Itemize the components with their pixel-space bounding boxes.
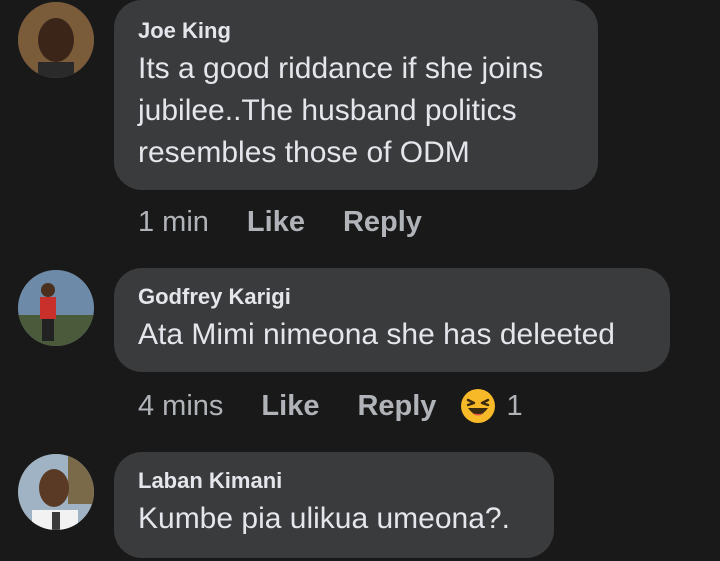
reply-button[interactable]: Reply <box>343 206 422 239</box>
reply-button[interactable]: Reply <box>357 390 436 423</box>
laughing-emoji-icon <box>461 389 496 423</box>
profile-photo-icon <box>18 270 94 346</box>
reaction-summary[interactable]: 1 <box>460 388 523 424</box>
like-button[interactable]: Like <box>261 390 319 423</box>
avatar[interactable] <box>18 270 94 346</box>
comment-text: Ata Mimi nimeona she has deleeted <box>138 318 615 351</box>
comment-timestamp[interactable]: 4 mins <box>138 390 223 423</box>
comment-bubble[interactable]: Laban Kimani Kumbe pia ulikua umeona?. <box>114 452 554 558</box>
comment-bubble[interactable]: Joe King Its a good riddance if she join… <box>114 0 598 190</box>
comment-author[interactable]: Godfrey Karigi <box>138 282 646 312</box>
avatar[interactable] <box>18 2 94 78</box>
comment-bubble[interactable]: Godfrey Karigi Ata Mimi nimeona she has … <box>114 268 670 372</box>
profile-photo-icon <box>18 2 94 78</box>
reaction-count: 1 <box>506 389 523 422</box>
comment-actions: 4 mins Like Reply 1 <box>138 386 523 426</box>
comment-text: Its a good riddance if she joins jubilee… <box>138 52 544 169</box>
comment-author[interactable]: Laban Kimani <box>138 466 530 496</box>
profile-photo-icon <box>18 454 94 530</box>
comment-timestamp[interactable]: 1 min <box>138 206 209 239</box>
avatar[interactable] <box>18 454 94 530</box>
comment-text: Kumbe pia ulikua umeona?. <box>138 502 510 535</box>
comment-actions: 1 min Like Reply <box>138 202 460 242</box>
like-button[interactable]: Like <box>247 206 305 239</box>
comment-author[interactable]: Joe King <box>138 16 574 46</box>
